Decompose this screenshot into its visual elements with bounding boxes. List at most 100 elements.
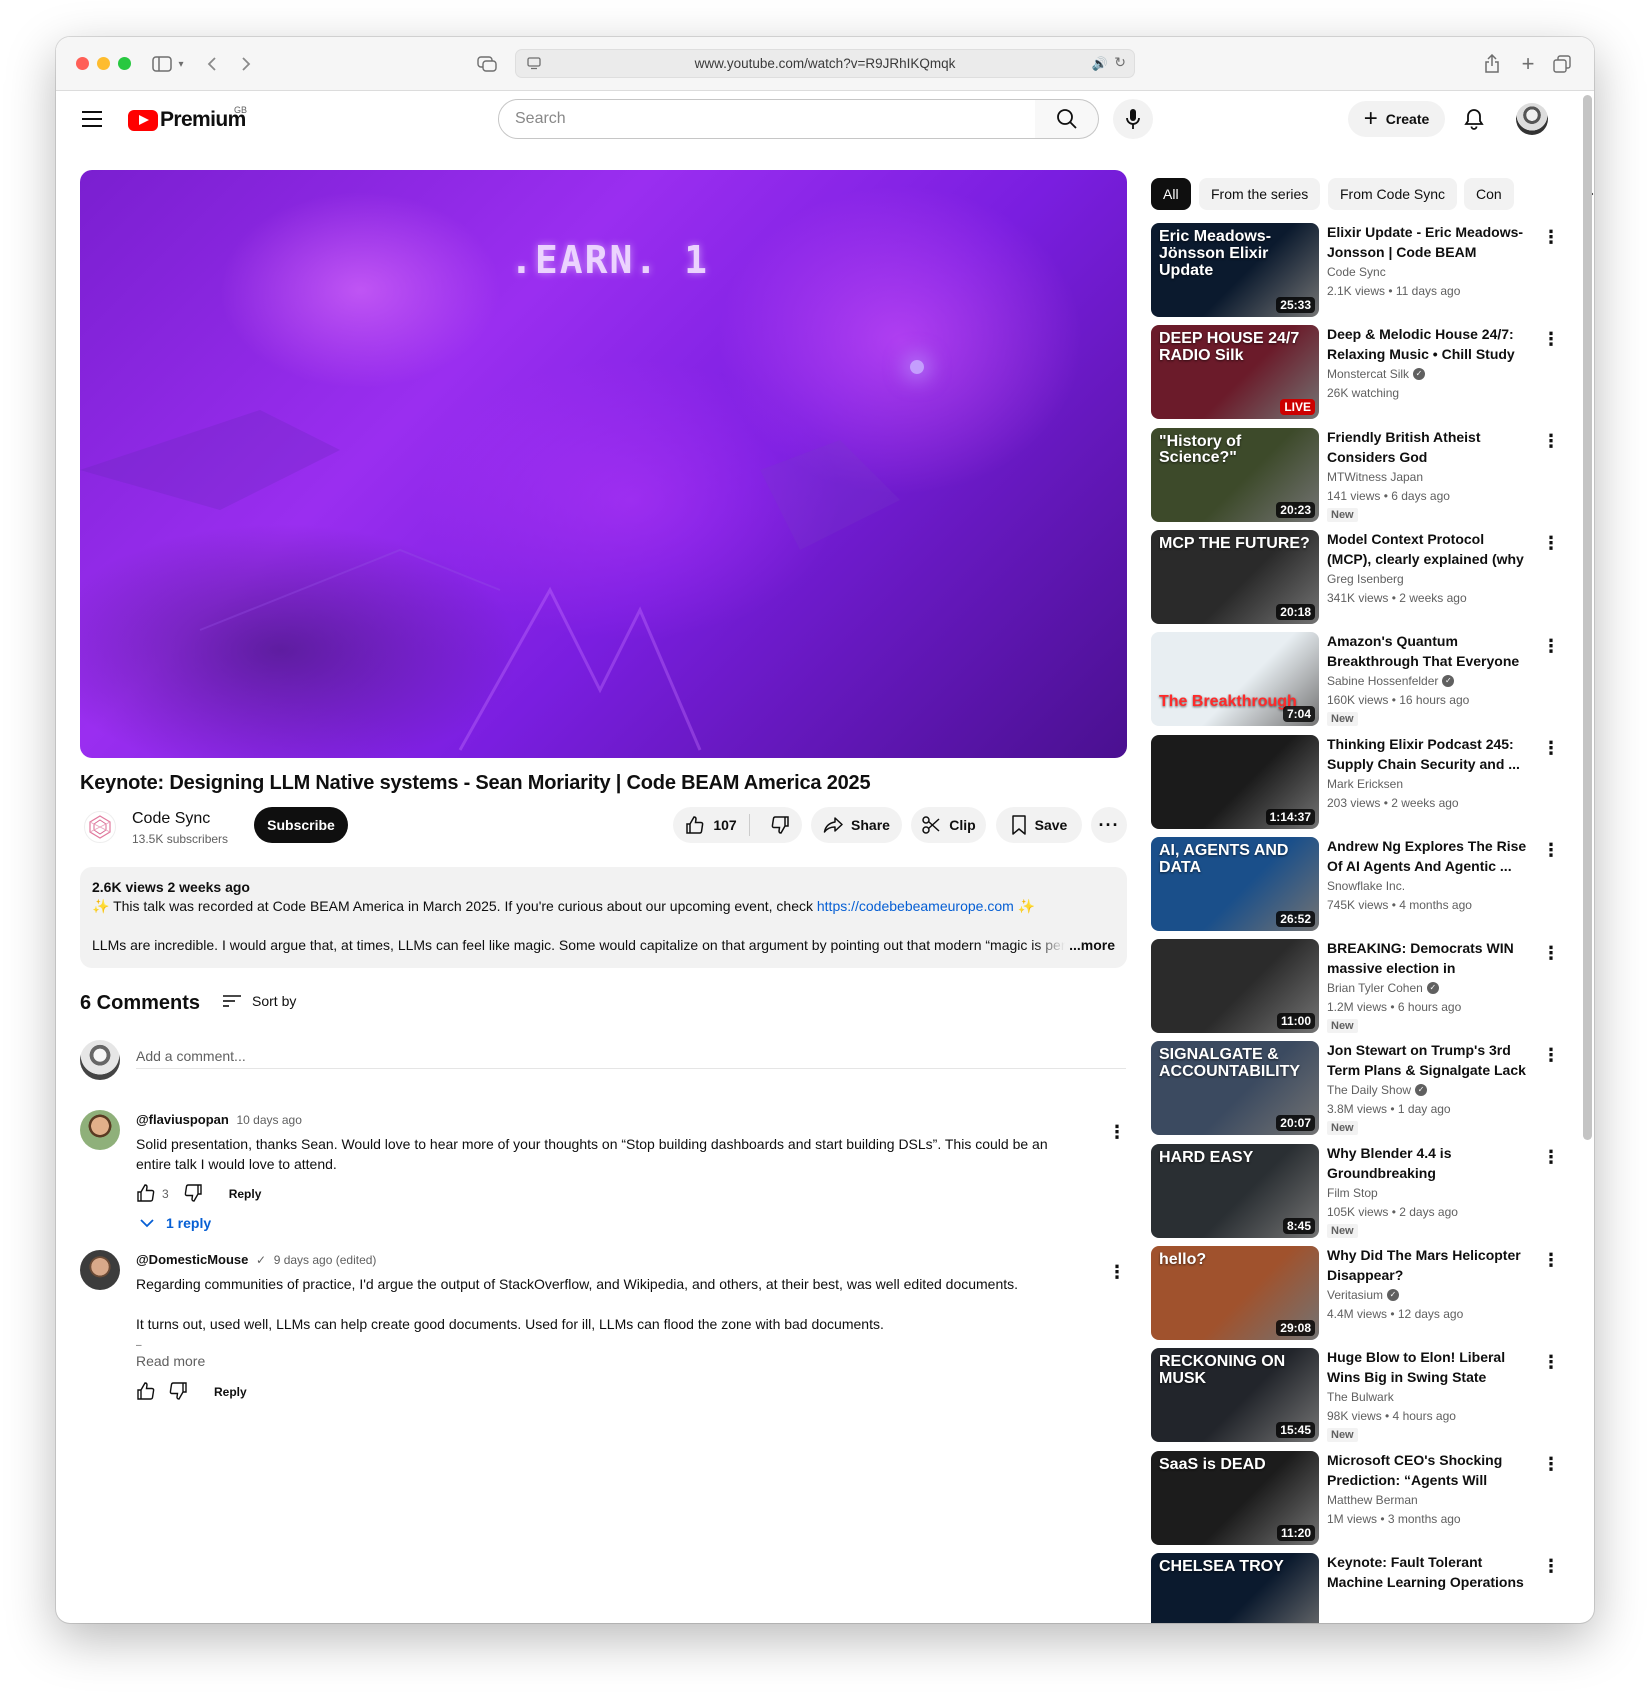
video-menu-icon[interactable]: ⋮ xyxy=(1539,1043,1563,1067)
video-channel[interactable]: Sabine Hossenfelder ✓ xyxy=(1327,674,1455,688)
page-scrollbar[interactable] xyxy=(1583,95,1592,1140)
commenter-avatar[interactable] xyxy=(80,1250,120,1290)
video-thumbnail[interactable]: RECKONING ON MUSK 15:45 xyxy=(1151,1348,1319,1443)
video-title[interactable]: Why Did The Mars Helicopter Disappear? xyxy=(1327,1245,1527,1285)
search-button[interactable] xyxy=(1035,99,1099,139)
video-title[interactable]: Andrew Ng Explores The Rise Of AI Agents… xyxy=(1327,836,1527,876)
show-more-button[interactable]: ...more xyxy=(1035,937,1115,953)
video-menu-icon[interactable]: ⋮ xyxy=(1539,1350,1563,1374)
video-title[interactable]: Why Blender 4.4 is Groundbreaking xyxy=(1327,1143,1527,1183)
video-channel[interactable]: Matthew Berman xyxy=(1327,1493,1418,1507)
share-page-icon[interactable] xyxy=(1480,51,1504,77)
new-tab-icon[interactable]: + xyxy=(1516,51,1540,77)
channel-name[interactable]: Code Sync xyxy=(132,810,210,828)
sidebar-toggle-icon[interactable]: ▾ xyxy=(148,51,188,77)
chip-from-code-sync[interactable]: From Code Sync xyxy=(1328,178,1458,210)
dislike-button[interactable] xyxy=(758,815,790,835)
video-thumbnail[interactable]: HARD EASY 8:45 xyxy=(1151,1143,1319,1238)
video-title[interactable]: Deep & Melodic House 24/7: Relaxing Musi… xyxy=(1327,324,1527,364)
comment-dislike-button[interactable] xyxy=(183,1183,203,1206)
video-title[interactable]: Amazon's Quantum Breakthrough That Every… xyxy=(1327,631,1527,671)
forward-icon[interactable] xyxy=(236,51,256,77)
video-thumbnail[interactable]: SIGNALGATE & ACCOUNTABILITY 20:07 xyxy=(1151,1041,1319,1136)
chip-from-the-series[interactable]: From the series xyxy=(1199,178,1321,210)
video-title[interactable]: Thinking Elixir Podcast 245: Supply Chai… xyxy=(1327,734,1527,774)
recommended-video[interactable]: The Breakthrough 7:04 Amazon's Quantum Bre… xyxy=(1151,631,1571,727)
recommended-video[interactable]: DEEP HOUSE 24/7 RADIO Silk LIVE Deep & Mel… xyxy=(1151,324,1571,420)
video-channel[interactable]: Greg Isenberg xyxy=(1327,572,1404,586)
zoom-window-button[interactable] xyxy=(118,57,131,70)
video-menu-icon[interactable]: ⋮ xyxy=(1539,225,1563,249)
more-actions-button[interactable]: ··· xyxy=(1091,807,1127,843)
subscribe-button[interactable]: Subscribe xyxy=(254,807,348,843)
reload-icon[interactable]: ↻ xyxy=(1114,54,1126,71)
video-menu-icon[interactable]: ⋮ xyxy=(1539,1146,1563,1170)
video-menu-icon[interactable]: ⋮ xyxy=(1539,1248,1563,1272)
video-channel[interactable]: MTWitness Japan xyxy=(1327,470,1423,484)
close-window-button[interactable] xyxy=(76,57,89,70)
recommended-video[interactable]: Eric Meadows-Jönsson Elixir Update 25:33 E… xyxy=(1151,223,1571,317)
create-button[interactable]: + Create xyxy=(1348,101,1445,137)
recommended-video[interactable]: 11:00 BREAKING: Democrats WIN massive ele… xyxy=(1151,938,1571,1034)
translate-icon[interactable] xyxy=(475,51,499,77)
video-channel[interactable]: Mark Ericksen xyxy=(1327,777,1403,791)
sort-by-button[interactable]: Sort by xyxy=(222,993,296,1009)
video-title[interactable]: Friendly British Atheist Considers God xyxy=(1327,427,1527,467)
comment-author[interactable]: @DomesticMouse xyxy=(136,1252,248,1267)
clip-button[interactable]: Clip xyxy=(911,807,986,843)
video-title[interactable]: Huge Blow to Elon! Liberal Wins Big in S… xyxy=(1327,1347,1527,1387)
video-title[interactable]: Elixir Update - Eric Meadows-Jonsson | C… xyxy=(1327,222,1527,262)
comment-menu-icon[interactable]: ⋮ xyxy=(1105,1120,1129,1144)
address-bar[interactable]: www.youtube.com/watch?v=R9JRhIKQmqk 🔊 ↻ xyxy=(515,49,1135,78)
video-thumbnail[interactable]: DEEP HOUSE 24/7 RADIO Silk LIVE xyxy=(1151,325,1319,420)
video-menu-icon[interactable]: ⋮ xyxy=(1539,1555,1563,1579)
video-channel[interactable]: Film Stop xyxy=(1327,1186,1378,1200)
comment-time[interactable]: 10 days ago xyxy=(236,1113,301,1127)
channel-avatar[interactable] xyxy=(84,811,116,843)
description-link[interactable]: https://codebebeameurope.com xyxy=(817,898,1014,914)
read-more-button[interactable]: Read more xyxy=(136,1353,205,1369)
tab-overview-icon[interactable] xyxy=(1550,51,1574,77)
share-button[interactable]: Share xyxy=(811,807,902,843)
video-menu-icon[interactable]: ⋮ xyxy=(1539,430,1563,454)
video-thumbnail[interactable]: Eric Meadows-Jönsson Elixir Update 25:33 xyxy=(1151,223,1319,317)
video-channel[interactable]: The Daily Show ✓ xyxy=(1327,1083,1428,1097)
recommended-video[interactable]: HARD EASY 8:45 Why Blender 4.4 is Groundbr… xyxy=(1151,1143,1571,1238)
video-menu-icon[interactable]: ⋮ xyxy=(1539,634,1563,658)
account-avatar[interactable] xyxy=(1516,103,1548,135)
video-channel[interactable]: Brian Tyler Cohen ✓ xyxy=(1327,981,1439,995)
video-title[interactable]: Keynote: Fault Tolerant Machine Learning… xyxy=(1327,1552,1527,1592)
menu-icon[interactable] xyxy=(82,111,102,127)
recommended-video[interactable]: CHELSEA TROY Keynote: Fault Tolerant Mach… xyxy=(1151,1552,1571,1623)
video-thumbnail[interactable]: AI, AGENTS AND DATA 26:52 xyxy=(1151,836,1319,931)
commenter-avatar[interactable] xyxy=(80,1110,120,1150)
recommended-video[interactable]: SaaS is DEAD 11:20 Microsoft CEO's Shockin… xyxy=(1151,1450,1571,1545)
recommended-video[interactable]: RECKONING ON MUSK 15:45 Huge Blow to Elon!… xyxy=(1151,1347,1571,1443)
notifications-button[interactable] xyxy=(1458,103,1490,135)
video-title[interactable]: BREAKING: Democrats WIN massive election… xyxy=(1327,938,1527,978)
comment-reply-button[interactable]: Reply xyxy=(229,1187,262,1201)
recommended-video[interactable]: 1:14:37 Thinking Elixir Podcast 245: Supp… xyxy=(1151,734,1571,829)
youtube-premium-logo[interactable]: Premium GB xyxy=(128,105,247,132)
video-thumbnail[interactable]: "History of Science?" 20:23 xyxy=(1151,427,1319,522)
save-button[interactable]: Save xyxy=(996,807,1082,843)
chip-con[interactable]: Con xyxy=(1464,178,1514,210)
video-menu-icon[interactable]: ⋮ xyxy=(1539,839,1563,863)
recommended-video[interactable]: AI, AGENTS AND DATA 26:52 Andrew Ng Explor… xyxy=(1151,836,1571,931)
video-thumbnail[interactable]: hello? 29:08 xyxy=(1151,1246,1319,1340)
comment-time[interactable]: 9 days ago (edited) xyxy=(274,1253,377,1267)
video-thumbnail[interactable]: SaaS is DEAD 11:20 xyxy=(1151,1450,1319,1545)
video-channel[interactable]: Code Sync xyxy=(1327,265,1386,279)
video-thumbnail[interactable]: 11:00 xyxy=(1151,939,1319,1034)
video-menu-icon[interactable]: ⋮ xyxy=(1539,532,1563,556)
description-box[interactable]: 2.6K views 2 weeks ago ✨ This talk was r… xyxy=(80,867,1127,968)
video-menu-icon[interactable]: ⋮ xyxy=(1539,327,1563,351)
video-menu-icon[interactable]: ⋮ xyxy=(1539,737,1563,761)
video-thumbnail[interactable]: 1:14:37 xyxy=(1151,734,1319,829)
back-icon[interactable] xyxy=(202,51,222,77)
comment-reply-button[interactable]: Reply xyxy=(214,1385,247,1399)
video-channel[interactable]: The Bulwark xyxy=(1327,1390,1394,1404)
video-title[interactable]: Jon Stewart on Trump's 3rd Term Plans & … xyxy=(1327,1040,1527,1080)
video-title[interactable]: Microsoft CEO's Shocking Prediction: “Ag… xyxy=(1327,1450,1527,1490)
comment-like-button[interactable] xyxy=(136,1183,156,1206)
